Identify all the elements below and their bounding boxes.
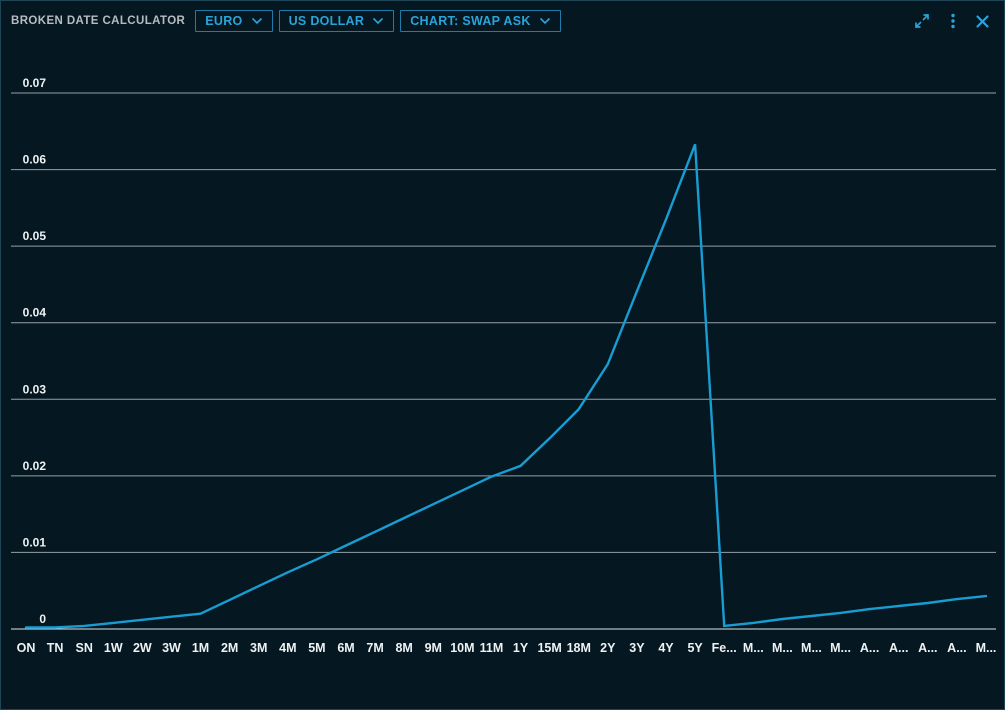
x-axis-tick-label: 3M	[250, 641, 267, 655]
x-axis-tick-label: 4Y	[658, 641, 674, 655]
y-axis-tick-label: 0.01	[23, 535, 47, 549]
expand-icon	[913, 12, 931, 30]
chevron-down-icon	[372, 17, 384, 25]
x-axis-tick-label: 15M	[537, 641, 561, 655]
x-axis-tick-label: 3Y	[629, 641, 645, 655]
chevron-down-icon	[539, 17, 551, 25]
close-icon	[975, 14, 990, 29]
x-axis-tick-label: M...	[743, 641, 764, 655]
window-controls	[911, 10, 992, 32]
x-axis-tick-label: A...	[918, 641, 937, 655]
x-axis-tick-label: 5Y	[687, 641, 703, 655]
kebab-menu-icon	[950, 12, 956, 30]
x-axis-tick-label: M...	[801, 641, 822, 655]
x-axis-tick-label: 2Y	[600, 641, 616, 655]
x-axis-tick-label: 3W	[162, 641, 181, 655]
x-axis-tick-label: TN	[47, 641, 64, 655]
page-title: BROKEN DATE CALCULATOR	[11, 15, 185, 27]
x-axis-tick-label: 11M	[480, 641, 504, 655]
chevron-down-icon	[251, 17, 263, 25]
currency-2-dropdown[interactable]: US DOLLAR	[279, 10, 395, 32]
chart-type-dropdown[interactable]: CHART: SWAP ASK	[400, 10, 560, 32]
x-axis-tick-label: 9M	[425, 641, 442, 655]
x-axis-tick-label: A...	[860, 641, 879, 655]
x-axis-tick-label: 7M	[366, 641, 383, 655]
y-axis-tick-label: 0.03	[23, 382, 47, 396]
currency-1-dropdown-label: EURO	[205, 14, 242, 28]
x-axis-tick-label: 6M	[337, 641, 354, 655]
x-axis-tick-label: 5M	[308, 641, 325, 655]
chart-type-dropdown-label: CHART: SWAP ASK	[410, 14, 530, 28]
currency-2-dropdown-label: US DOLLAR	[289, 14, 365, 28]
y-axis-tick-label: 0.04	[23, 306, 47, 320]
x-axis-tick-label: A...	[889, 641, 908, 655]
y-axis-tick-label: 0	[39, 612, 46, 626]
swap-ask-series-line	[26, 144, 986, 627]
x-axis-tick-label: 18M	[567, 641, 591, 655]
x-axis-tick-label: A...	[947, 641, 966, 655]
x-axis-tick-label: M...	[976, 641, 997, 655]
expand-button[interactable]	[911, 10, 933, 32]
header: BROKEN DATE CALCULATOR EURO US DOLLAR CH…	[1, 1, 1004, 41]
x-axis-tick-label: ON	[17, 641, 36, 655]
x-axis-tick-label: M...	[772, 641, 793, 655]
broken-date-calculator-window: 0 0.01 0.02 0.03 0.04 0.05 0.06 0.07 ON TN SN 1W 2W 3…	[0, 0, 1005, 710]
currency-1-dropdown[interactable]: EURO	[195, 10, 272, 32]
x-axis-tick-label: 1W	[104, 641, 123, 655]
y-axis-tick-label: 0.06	[23, 153, 47, 167]
x-axis-tick-label: Fe...	[712, 641, 737, 655]
x-axis-tick-label: 1Y	[513, 641, 529, 655]
x-axis-tick-label: 4M	[279, 641, 296, 655]
y-axis-tick-label: 0.02	[23, 459, 47, 473]
x-axis-tick-label: SN	[75, 641, 92, 655]
x-axis-tick-label: 8M	[395, 641, 412, 655]
x-axis-tick-label: 10M	[450, 641, 474, 655]
x-axis-tick-label: 1M	[192, 641, 209, 655]
y-axis-tick-label: 0.07	[23, 76, 47, 90]
x-axis-tick-label: 2M	[221, 641, 238, 655]
more-options-button[interactable]	[948, 10, 958, 32]
close-button[interactable]	[973, 12, 992, 31]
swap-curve-chart: 0 0.01 0.02 0.03 0.04 0.05 0.06 0.07 ON TN SN 1W 2W 3…	[1, 1, 1005, 710]
x-axis-tick-label: 2W	[133, 641, 152, 655]
y-axis-tick-label: 0.05	[23, 229, 47, 243]
x-axis-tick-label: M...	[830, 641, 851, 655]
